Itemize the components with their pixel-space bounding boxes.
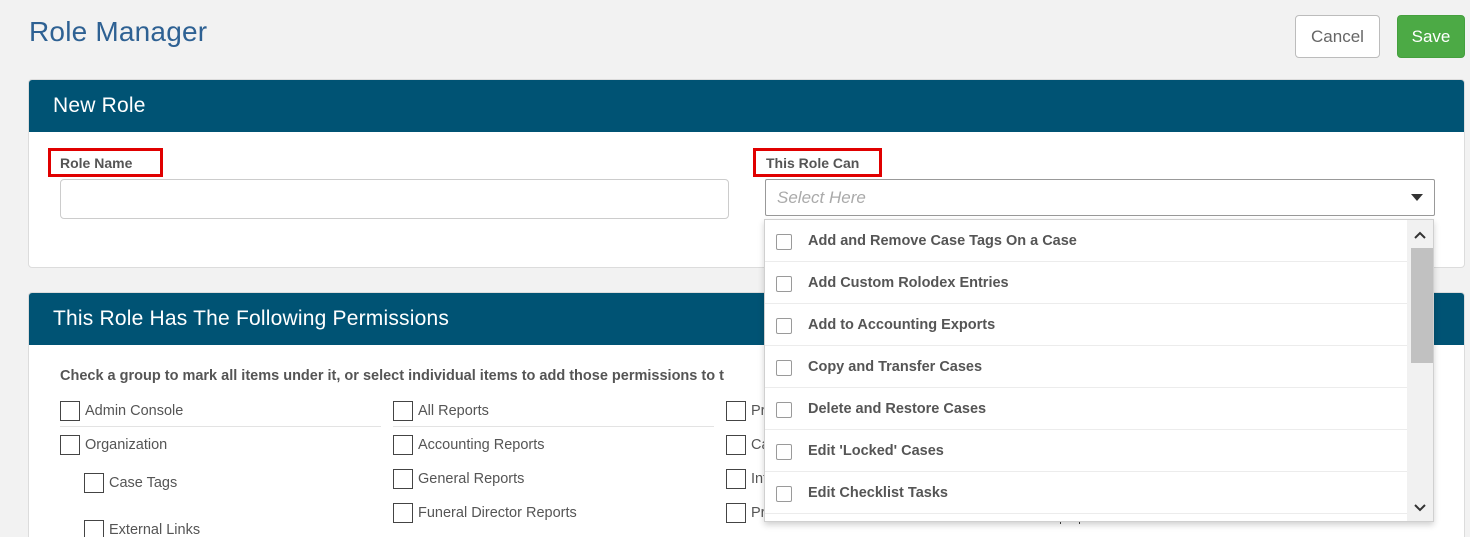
perm-col3-item-3[interactable]: Int: [726, 469, 767, 489]
dropdown-option[interactable]: Add to Accounting Exports: [765, 304, 1408, 346]
checkbox[interactable]: [393, 503, 413, 523]
dropdown-option[interactable]: Delete and Restore Cases: [765, 388, 1408, 430]
dropdown-option[interactable]: Add and Remove Case Tags On a Case: [765, 220, 1408, 262]
checkbox[interactable]: [776, 443, 792, 460]
perm-col3-item-4[interactable]: Pr: [726, 503, 766, 523]
page-title: Role Manager: [29, 16, 208, 47]
dropdown-option[interactable]: Add Custom Rolodex Entries: [765, 262, 1408, 304]
checkbox[interactable]: [393, 401, 413, 421]
scroll-thumb[interactable]: [1411, 248, 1433, 363]
dropdown-scrollbar[interactable]: [1407, 220, 1433, 521]
perm-funeral-director-reports[interactable]: Funeral Director Reports: [393, 503, 577, 523]
option-label: Add and Remove Case Tags On a Case: [808, 232, 1077, 249]
checkbox[interactable]: [60, 435, 80, 455]
checkbox[interactable]: [726, 401, 746, 421]
role-can-dropdown[interactable]: Add and Remove Case Tags On a Case Add C…: [764, 219, 1434, 522]
perm-label: Case Tags: [109, 475, 178, 491]
role-can-label: This Role Can: [753, 148, 882, 177]
checkbox[interactable]: [60, 401, 80, 421]
dropdown-option[interactable]: Copy and Transfer Cases: [765, 346, 1408, 388]
perm-label: General Reports: [418, 471, 525, 487]
perm-label: Admin Console: [85, 403, 184, 419]
checkbox[interactable]: [84, 520, 104, 537]
checkbox[interactable]: [726, 469, 746, 489]
option-label: Add Custom Rolodex Entries: [808, 274, 1009, 291]
option-label: Copy and Transfer Cases: [808, 358, 983, 375]
perm-label: Accounting Reports: [418, 437, 545, 453]
perm-col3-item-2[interactable]: Ca: [726, 435, 770, 455]
option-label: Delete and Restore Cases: [808, 400, 987, 417]
checkbox[interactable]: [726, 503, 746, 523]
perm-accounting-reports[interactable]: Accounting Reports: [393, 435, 545, 455]
perm-label: All Reports: [418, 403, 489, 419]
checkbox[interactable]: [393, 435, 413, 455]
divider: [393, 426, 714, 427]
perm-external-links[interactable]: External Links: [84, 520, 200, 537]
checkbox[interactable]: [776, 359, 792, 376]
checkbox[interactable]: [776, 275, 792, 292]
checkbox[interactable]: [393, 469, 413, 489]
perm-label: Organization: [85, 437, 168, 453]
option-label: Add to Accounting Exports: [808, 316, 996, 333]
perm-label: External Links: [109, 522, 201, 537]
perm-all-reports[interactable]: All Reports: [393, 401, 489, 421]
chevron-down-icon[interactable]: [1407, 495, 1433, 521]
save-button[interactable]: Save: [1397, 15, 1465, 58]
caret-down-icon[interactable]: [1411, 194, 1423, 201]
dropdown-list: Add and Remove Case Tags On a Case Add C…: [765, 220, 1408, 514]
checkbox[interactable]: [776, 485, 792, 502]
permissions-instructions: Check a group to mark all items under it…: [60, 368, 724, 384]
option-label: Edit 'Locked' Cases: [808, 442, 944, 459]
role-name-input[interactable]: [60, 179, 729, 219]
perm-organization[interactable]: Organization: [60, 435, 167, 455]
perm-col3-item-1[interactable]: Pr: [726, 401, 766, 421]
checkbox[interactable]: [776, 233, 792, 250]
dropdown-option[interactable]: Edit 'Locked' Cases: [765, 430, 1408, 472]
checkbox[interactable]: [776, 317, 792, 334]
chevron-up-icon[interactable]: [1407, 222, 1433, 248]
option-label: Edit Checklist Tasks: [808, 484, 948, 501]
checkbox[interactable]: [726, 435, 746, 455]
cancel-button[interactable]: Cancel: [1295, 15, 1380, 58]
role-can-select[interactable]: Select Here: [765, 179, 1435, 216]
checkbox[interactable]: [84, 473, 104, 493]
perm-general-reports[interactable]: General Reports: [393, 469, 524, 489]
dropdown-option[interactable]: Edit Checklist Tasks: [765, 472, 1408, 514]
select-placeholder: Select Here: [777, 187, 866, 207]
perm-admin-console[interactable]: Admin Console: [60, 401, 183, 421]
new-role-header: New Role: [29, 80, 1464, 132]
perm-case-tags[interactable]: Case Tags: [84, 473, 177, 493]
divider: [60, 426, 381, 427]
perm-label: Funeral Director Reports: [418, 505, 577, 521]
role-name-label: Role Name: [48, 148, 163, 177]
checkbox[interactable]: [776, 401, 792, 418]
